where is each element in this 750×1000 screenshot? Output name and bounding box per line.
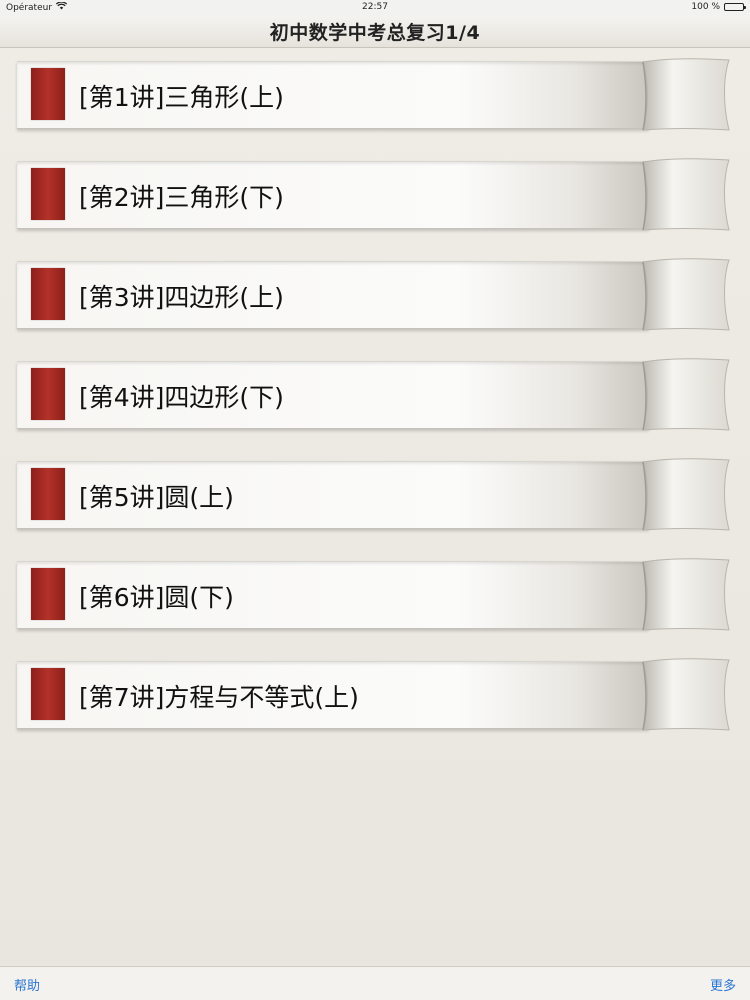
status-bar: Opérateur 22:57 100 %	[0, 0, 750, 16]
lesson-label: [第2讲]三角形(下)	[79, 183, 284, 212]
red-bookmark-icon	[31, 68, 65, 120]
battery-percent: 100 %	[691, 2, 720, 12]
page-curl-icon	[637, 356, 733, 436]
lesson-label: [第4讲]四边形(下)	[79, 383, 284, 412]
red-bookmark-icon	[31, 668, 65, 720]
lesson-label: [第6讲]圆(下)	[79, 583, 234, 612]
red-bookmark-icon	[31, 568, 65, 620]
page-title: 初中数学中考总复习1/4	[269, 22, 481, 44]
lesson-label: [第7讲]方程与不等式(上)	[79, 683, 359, 712]
red-bookmark-icon	[31, 168, 65, 220]
help-button[interactable]: 帮助	[14, 975, 40, 994]
lesson-item-3[interactable]: [第3讲]四边形(上)	[17, 256, 733, 332]
lesson-item-1[interactable]: [第1讲]三角形(上)	[17, 56, 733, 132]
lesson-label: [第1讲]三角形(上)	[79, 83, 284, 112]
page-curl-icon	[637, 256, 733, 336]
page-curl-icon	[637, 456, 733, 536]
navigation-bar: 初中数学中考总复习1/4	[0, 16, 750, 48]
page-curl-icon	[637, 656, 733, 736]
red-bookmark-icon	[31, 468, 65, 520]
lesson-label: [第3讲]四边形(上)	[79, 283, 284, 312]
page-curl-icon	[637, 156, 733, 236]
lesson-item-6[interactable]: [第6讲]圆(下)	[17, 556, 733, 632]
page-curl-icon	[637, 56, 733, 136]
lesson-item-2[interactable]: [第2讲]三角形(下)	[17, 156, 733, 232]
lesson-item-7[interactable]: [第7讲]方程与不等式(上)	[17, 656, 733, 732]
red-bookmark-icon	[31, 368, 65, 420]
battery-icon	[724, 3, 746, 11]
red-bookmark-icon	[31, 268, 65, 320]
clock: 22:57	[362, 2, 388, 12]
lesson-item-4[interactable]: [第4讲]四边形(下)	[17, 356, 733, 432]
lesson-label: [第5讲]圆(上)	[79, 483, 234, 512]
lesson-list: [第1讲]三角形(上) [第2讲]三角形(下) [第3讲]四边形(上) [第4讲…	[0, 49, 750, 966]
battery-group: 100 %	[691, 2, 746, 12]
bottom-toolbar: 帮助 更多	[0, 966, 750, 1000]
page-curl-icon	[637, 556, 733, 636]
more-button[interactable]: 更多	[710, 975, 736, 994]
lesson-item-5[interactable]: [第5讲]圆(上)	[17, 456, 733, 532]
